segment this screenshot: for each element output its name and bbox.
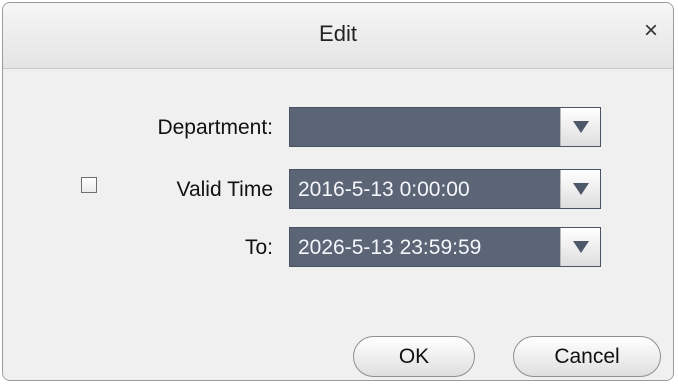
department-select[interactable] <box>289 107 601 147</box>
chevron-down-icon[interactable] <box>560 170 600 208</box>
cancel-button[interactable]: Cancel <box>513 336 661 377</box>
valid-time-checkbox[interactable] <box>81 177 97 193</box>
to-time-value: 2026-5-13 23:59:59 <box>298 236 482 259</box>
close-icon[interactable]: × <box>637 17 665 45</box>
to-label: To: <box>244 236 273 259</box>
chevron-down-icon[interactable] <box>560 108 600 146</box>
department-label: Department: <box>157 116 273 139</box>
valid-time-label: Valid Time <box>176 178 273 201</box>
edit-dialog: Edit × Department: Valid Time 2016-5-13 … <box>2 2 674 381</box>
valid-time-select[interactable]: 2016-5-13 0:00:00 <box>289 169 601 209</box>
dialog-title: Edit <box>319 21 357 46</box>
to-time-select[interactable]: 2026-5-13 23:59:59 <box>289 227 601 267</box>
valid-time-value: 2016-5-13 0:00:00 <box>298 178 470 201</box>
dialog-body: Department: Valid Time 2016-5-13 0:00:00… <box>3 69 673 380</box>
ok-button[interactable]: OK <box>353 336 475 377</box>
chevron-down-icon[interactable] <box>560 228 600 266</box>
dialog-titlebar: Edit × <box>3 3 673 69</box>
